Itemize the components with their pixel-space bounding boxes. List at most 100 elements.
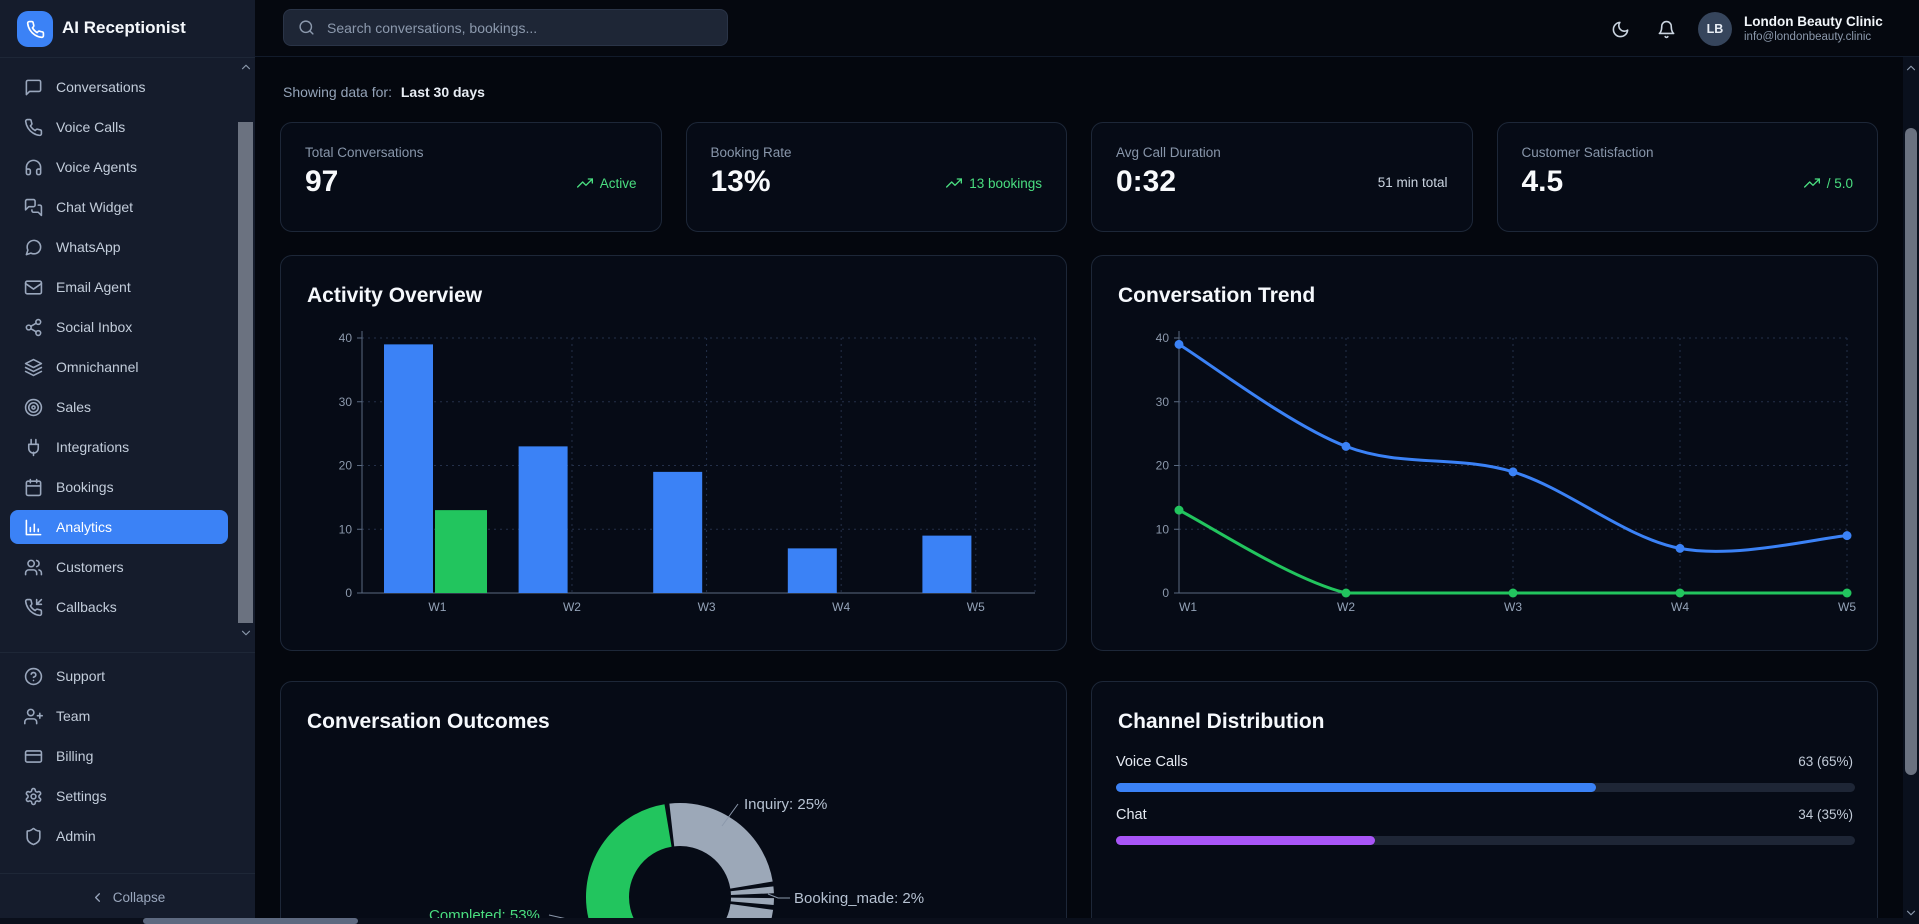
sidebar-scrollbar-thumb[interactable] bbox=[238, 122, 253, 623]
sidebar-item-email-agent[interactable]: Email Agent bbox=[10, 270, 228, 304]
channel-distribution-card: Channel Distribution Voice Calls63 (65%)… bbox=[1091, 681, 1878, 924]
trending-up-icon bbox=[946, 175, 962, 191]
app-title: AI Receptionist bbox=[62, 18, 186, 38]
stat-card-customer-satisfaction: Customer Satisfaction4.5/ 5.0 bbox=[1497, 122, 1879, 232]
chevron-left-icon bbox=[90, 890, 105, 905]
horizontal-scrollbar[interactable] bbox=[0, 918, 1919, 924]
app-root: AI Receptionist Conversations Voice Calls… bbox=[0, 0, 1919, 924]
channel-value: 34 (35%) bbox=[1798, 807, 1853, 822]
scroll-up-icon[interactable] bbox=[1904, 61, 1918, 75]
avatar: LB bbox=[1698, 12, 1732, 46]
moon-icon bbox=[1611, 20, 1630, 39]
sidebar-item-admin[interactable]: Admin bbox=[10, 819, 228, 853]
data-point-conversations bbox=[1175, 340, 1184, 349]
sidebar-item-chat-widget[interactable]: Chat Widget bbox=[10, 190, 228, 224]
horizontal-scrollbar-thumb[interactable] bbox=[143, 918, 358, 924]
channel-progress-track bbox=[1116, 783, 1855, 792]
conversation-outcomes-donut-chart: Inquiry: 25%Booking_made: 2%Completed: 5… bbox=[281, 682, 1068, 924]
filter-bar: Showing data for: Last 30 days bbox=[283, 84, 485, 100]
svg-text:40: 40 bbox=[1156, 331, 1170, 345]
donut-label-booking-made: Booking_made: 2% bbox=[794, 890, 924, 907]
chevron-left-icon bbox=[90, 890, 105, 905]
sidebar-item-label: Settings bbox=[56, 788, 107, 804]
channel-label: Chat bbox=[1116, 807, 1147, 823]
sidebar-item-bookings[interactable]: Bookings bbox=[10, 470, 228, 504]
data-point-conversations bbox=[1509, 467, 1518, 476]
data-point-bookings bbox=[1843, 589, 1852, 598]
sidebar-item-settings[interactable]: Settings bbox=[10, 779, 228, 813]
sidebar-item-social-inbox[interactable]: Social Inbox bbox=[10, 310, 228, 344]
sidebar-item-label: Conversations bbox=[56, 79, 146, 95]
sidebar-item-label: Voice Agents bbox=[56, 159, 137, 175]
stat-value: 13% bbox=[711, 165, 771, 199]
trending-up-icon bbox=[577, 175, 593, 191]
bell-icon bbox=[1657, 20, 1676, 39]
svg-text:0: 0 bbox=[1162, 586, 1169, 600]
chevron-up-icon bbox=[1904, 61, 1918, 75]
sidebar-item-label: Billing bbox=[56, 748, 93, 764]
svg-text:40: 40 bbox=[339, 331, 353, 345]
search-box bbox=[283, 9, 728, 46]
sidebar-item-voice-agents[interactable]: Voice Agents bbox=[10, 150, 228, 184]
data-point-conversations bbox=[1676, 544, 1685, 553]
sidebar-item-omnichannel[interactable]: Omnichannel bbox=[10, 350, 228, 384]
shield-icon bbox=[24, 827, 43, 846]
search-input[interactable] bbox=[325, 19, 699, 37]
bar-w4-conversations bbox=[788, 548, 837, 593]
sidebar-item-conversations[interactable]: Conversations bbox=[10, 70, 228, 104]
search-icon bbox=[298, 19, 315, 36]
main-scrollbar[interactable] bbox=[1903, 57, 1919, 924]
main-scrollbar-thumb[interactable] bbox=[1905, 128, 1917, 775]
sidebar-scroll-down-icon[interactable] bbox=[239, 626, 253, 640]
svg-text:W5: W5 bbox=[1838, 600, 1856, 614]
sidebar-item-callbacks[interactable]: Callbacks bbox=[10, 590, 228, 624]
svg-text:30: 30 bbox=[339, 395, 353, 409]
svg-text:10: 10 bbox=[339, 522, 353, 536]
bar-w5-conversations bbox=[922, 536, 971, 593]
sidebar-item-sales[interactable]: Sales bbox=[10, 390, 228, 424]
channel-value: 63 (65%) bbox=[1798, 754, 1853, 769]
trending-up-icon bbox=[1804, 175, 1820, 191]
notifications-button[interactable] bbox=[1651, 14, 1681, 44]
sidebar-item-label: Analytics bbox=[56, 519, 112, 535]
svg-text:W4: W4 bbox=[832, 600, 850, 614]
sidebar-item-label: Customers bbox=[56, 559, 124, 575]
chevron-up-icon bbox=[239, 60, 253, 74]
chart-title: Channel Distribution bbox=[1118, 710, 1325, 734]
sidebar-item-customers[interactable]: Customers bbox=[10, 550, 228, 584]
data-point-bookings bbox=[1175, 506, 1184, 515]
layers-icon bbox=[24, 358, 43, 377]
sidebar-item-billing[interactable]: Billing bbox=[10, 739, 228, 773]
sidebar-scroll-up-icon[interactable] bbox=[239, 60, 253, 74]
sidebar-item-label: Integrations bbox=[56, 439, 129, 455]
user-plus-icon bbox=[24, 707, 43, 726]
message-circle-icon bbox=[24, 238, 43, 257]
conversation-trend-line-chart: 010203040W1W2W3W4W5 bbox=[1092, 256, 1879, 652]
sidebar-item-whatsapp[interactable]: WhatsApp bbox=[10, 230, 228, 264]
stat-meta: 51 min total bbox=[1378, 175, 1448, 190]
svg-text:W3: W3 bbox=[698, 600, 716, 614]
trend-line-bookings bbox=[1179, 510, 1847, 593]
message-square-icon bbox=[24, 78, 43, 97]
theme-toggle-button[interactable] bbox=[1605, 14, 1635, 44]
svg-text:W4: W4 bbox=[1671, 600, 1689, 614]
sidebar-item-team[interactable]: Team bbox=[10, 699, 228, 733]
sidebar-item-label: Voice Calls bbox=[56, 119, 125, 135]
channel-progress-fill bbox=[1116, 836, 1375, 845]
phone-incoming-icon bbox=[24, 598, 43, 617]
sidebar-item-integrations[interactable]: Integrations bbox=[10, 430, 228, 464]
bar-w1-conversations bbox=[384, 344, 433, 593]
collapse-button[interactable]: Collapse bbox=[0, 880, 255, 914]
sidebar-item-voice-calls[interactable]: Voice Calls bbox=[10, 110, 228, 144]
sidebar-item-label: Admin bbox=[56, 828, 96, 844]
messages-icon bbox=[24, 198, 43, 217]
sidebar-divider-bottom bbox=[0, 873, 255, 874]
sidebar-item-analytics[interactable]: Analytics bbox=[10, 510, 228, 544]
sidebar-item-label: Sales bbox=[56, 399, 91, 415]
phone-icon bbox=[26, 20, 45, 39]
stat-label: Total Conversations bbox=[305, 145, 424, 160]
user-menu[interactable]: LB London Beauty Clinic info@londonbeaut… bbox=[1698, 7, 1883, 51]
calendar-icon bbox=[24, 478, 43, 497]
svg-text:20: 20 bbox=[339, 459, 353, 473]
sidebar-item-support[interactable]: Support bbox=[10, 659, 228, 693]
